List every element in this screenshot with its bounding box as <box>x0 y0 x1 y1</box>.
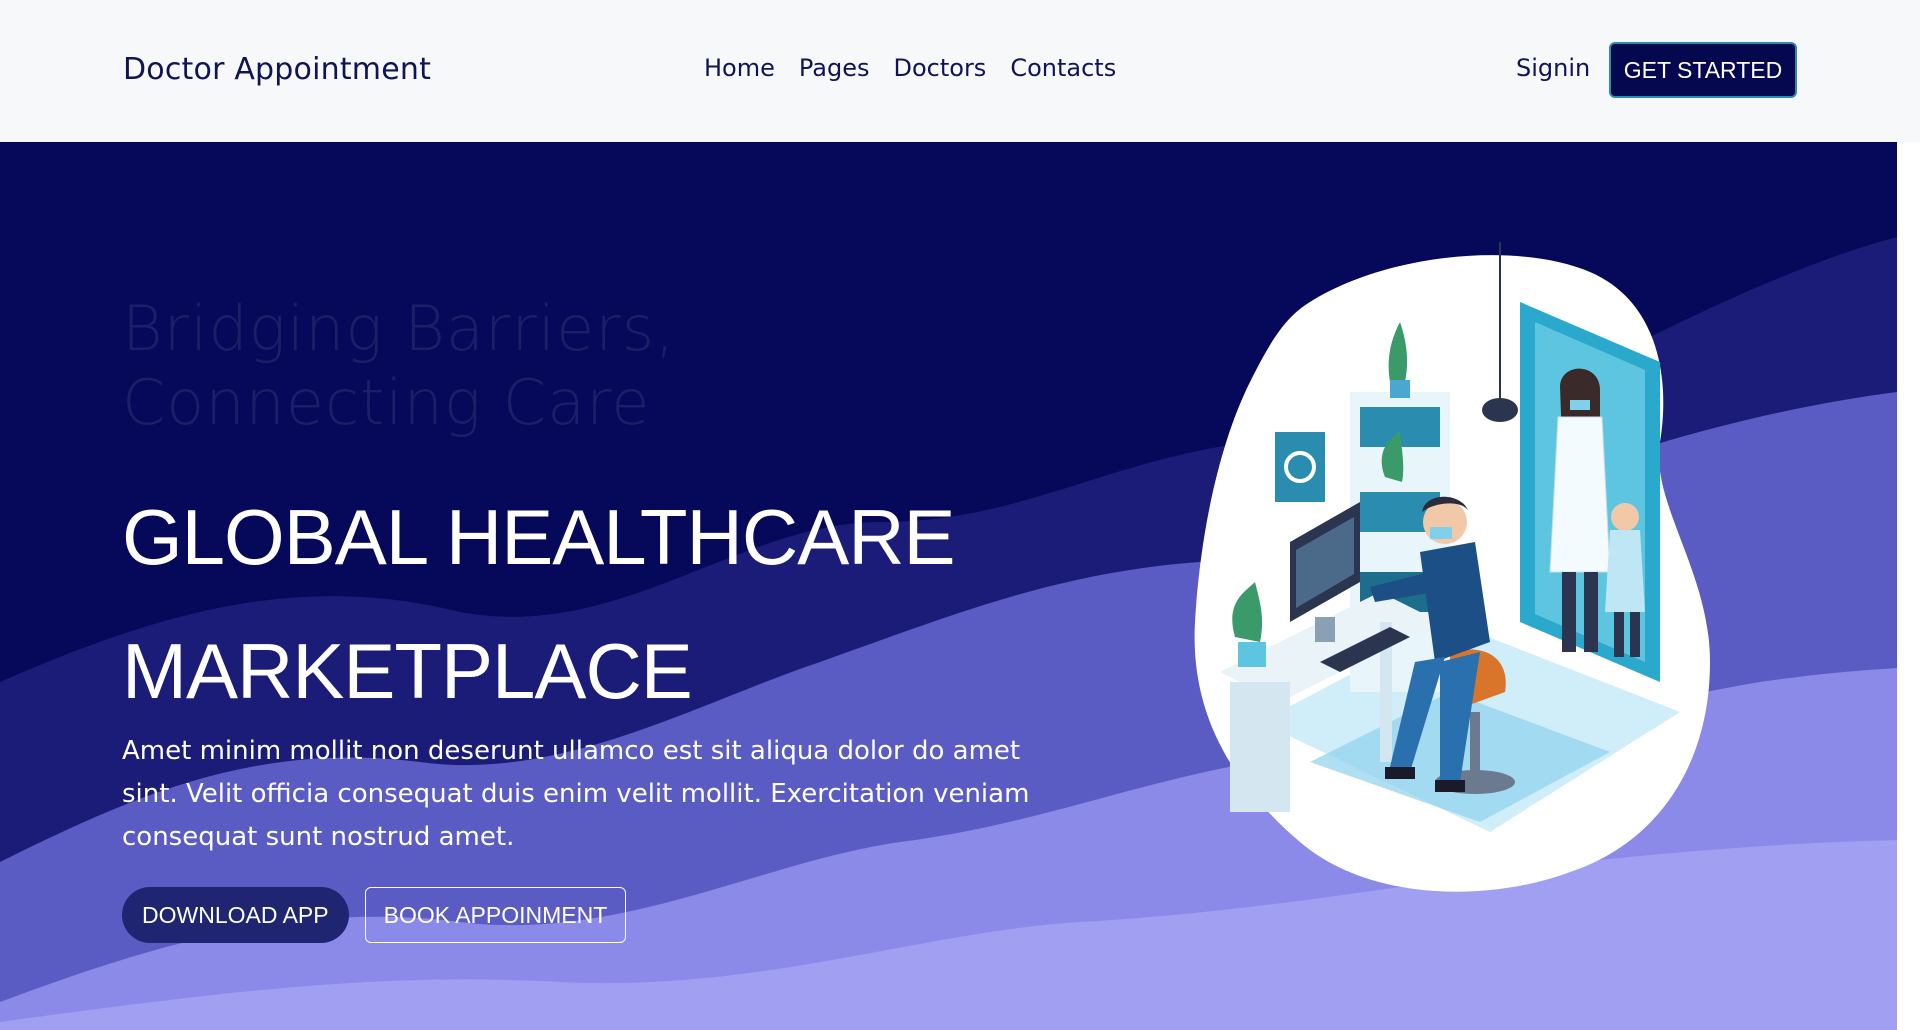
get-started-button[interactable]: GET STARTED <box>1609 42 1797 98</box>
book-appointment-button[interactable]: BOOK APPOINMENT <box>364 887 627 943</box>
nav-link-pages[interactable]: Pages <box>799 54 870 82</box>
hero-section: Bridging Barriers, Connecting Care GLOBA… <box>0 142 1897 1030</box>
signin-link[interactable]: Signin <box>1516 54 1590 82</box>
nav-link-contacts[interactable]: Contacts <box>1010 54 1116 82</box>
hero-button-row: DOWNLOAD APP BOOK APPOINMENT <box>122 887 627 943</box>
nav-links: Home Pages Doctors Contacts <box>704 54 1116 82</box>
hero-headline: GLOBAL HEALTHCARE MARKETPLACE <box>122 470 1022 738</box>
doctor-office-illustration <box>1194 242 1710 892</box>
headline-line-2: MARKETPLACE <box>122 627 693 715</box>
nav-link-home[interactable]: Home <box>704 54 775 82</box>
page-edge-strip <box>1897 142 1920 1030</box>
headline-line-1: GLOBAL HEALTHCARE <box>122 493 956 581</box>
brand-logo-text[interactable]: Doctor Appointment <box>123 52 431 87</box>
hero-tagline: Bridging Barriers, Connecting Care <box>122 292 676 439</box>
hero-description: Amet minim mollit non deserunt ullamco e… <box>122 736 1030 852</box>
download-app-button[interactable]: DOWNLOAD APP <box>122 887 349 943</box>
nav-link-doctors[interactable]: Doctors <box>893 54 986 82</box>
navbar: Doctor Appointment Home Pages Doctors Co… <box>0 0 1920 142</box>
